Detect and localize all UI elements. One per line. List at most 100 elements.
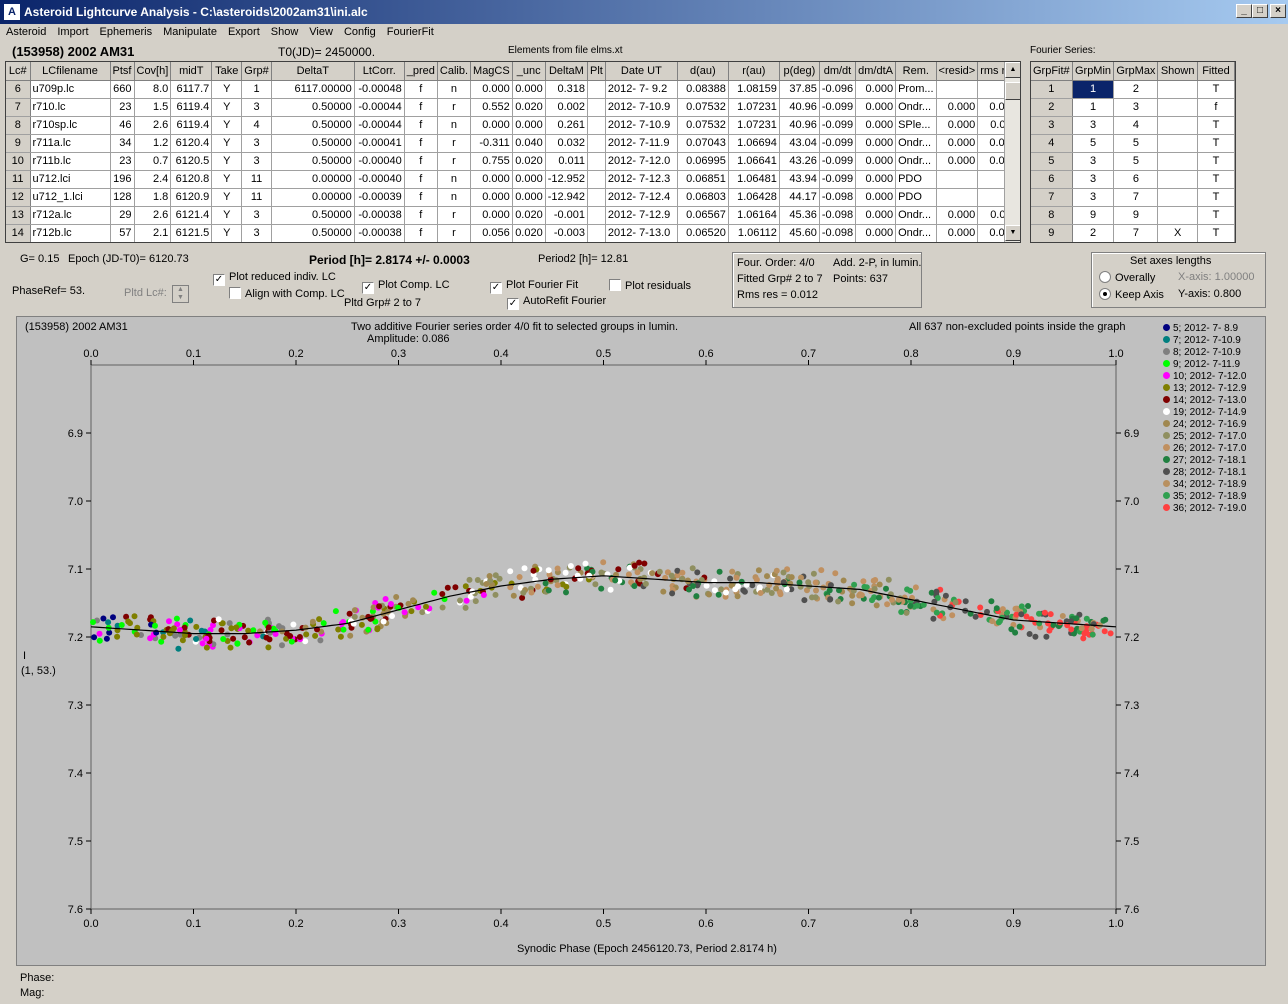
table-cell[interactable]: 2.6 [134, 116, 172, 135]
table-cell[interactable]: 3 [1072, 152, 1115, 171]
table-cell[interactable]: 6117.00000 [271, 80, 355, 99]
column-header[interactable]: Date UT [605, 62, 678, 81]
table-cell[interactable]: -0.00038 [354, 224, 405, 242]
table-cell[interactable]: 2012- 7-12.9 [605, 206, 678, 225]
align-comp-checkbox[interactable]: Align with Comp. LC [229, 287, 345, 300]
table-cell[interactable] [936, 170, 979, 189]
row-header[interactable]: 6 [1031, 170, 1073, 189]
table-cell[interactable]: -0.311 [470, 134, 513, 153]
menu-fourierfit[interactable]: FourierFit [381, 24, 439, 38]
table-cell[interactable]: 57 [110, 224, 135, 242]
column-header[interactable]: _pred [404, 62, 438, 81]
keep-axis-radio[interactable]: Keep Axis [1099, 288, 1164, 301]
table-cell[interactable]: -0.099 [819, 98, 857, 117]
table-cell[interactable]: SPle... [895, 116, 937, 135]
table-cell[interactable]: 23 [110, 98, 135, 117]
column-header[interactable]: _unc [512, 62, 546, 81]
table-cell[interactable]: f [1197, 98, 1235, 117]
table-cell[interactable]: 0.50000 [271, 206, 355, 225]
table-cell[interactable]: 0.552 [470, 98, 513, 117]
table-cell[interactable]: Y [211, 188, 243, 207]
table-cell[interactable]: 2012- 7- 9.2 [605, 80, 678, 99]
table-cell[interactable]: 0.06803 [677, 188, 729, 207]
table-cell[interactable]: 0.000 [936, 224, 979, 242]
table-cell[interactable]: f [404, 188, 438, 207]
table-cell[interactable]: PDO [895, 170, 937, 189]
table-cell[interactable] [1157, 98, 1198, 117]
table-cell[interactable]: -0.00048 [354, 80, 405, 99]
column-header[interactable]: midT [170, 62, 213, 81]
table-cell[interactable]: r [437, 224, 472, 242]
table-cell[interactable]: 0.50000 [271, 98, 355, 117]
table-row[interactable]: 535 T [1031, 152, 1235, 171]
table-row[interactable]: 455T [1031, 134, 1235, 153]
row-header[interactable]: 14 [6, 224, 31, 242]
table-cell[interactable]: Ondr... [895, 152, 937, 171]
table-cell[interactable]: 0.00000 [271, 188, 355, 207]
table-cell[interactable]: 40.96 [779, 98, 820, 117]
table-cell[interactable]: T [1197, 134, 1235, 153]
menu-view[interactable]: View [303, 24, 338, 38]
table-cell[interactable]: 0.000 [470, 80, 513, 99]
table-cell[interactable]: 3 [241, 206, 272, 225]
table-cell[interactable]: f [404, 206, 438, 225]
minimize-button[interactable]: _ [1236, 4, 1252, 18]
table-cell[interactable]: 1.06112 [728, 224, 780, 242]
row-header[interactable]: 1 [1031, 80, 1073, 99]
table-row[interactable]: 334T [1031, 116, 1235, 135]
table-cell[interactable] [587, 116, 606, 135]
table-cell[interactable]: f [404, 116, 438, 135]
menu-ephemeris[interactable]: Ephemeris [94, 24, 158, 38]
table-cell[interactable]: 43.94 [779, 170, 820, 189]
column-header[interactable]: Lc# [6, 62, 31, 81]
table-cell[interactable] [1157, 170, 1198, 189]
table-cell[interactable]: 0.000 [855, 170, 897, 189]
table-cell[interactable]: 6119.4 [170, 116, 213, 135]
table-cell[interactable]: 128 [110, 188, 135, 207]
table-cell[interactable]: r711a.lc [30, 134, 111, 153]
table-cell[interactable] [1157, 134, 1198, 153]
table-cell[interactable]: Ondr... [895, 98, 937, 117]
table-cell[interactable]: 1 [241, 80, 272, 99]
table-cell[interactable]: -0.00038 [354, 206, 405, 225]
row-header[interactable]: 10 [6, 152, 31, 171]
table-cell[interactable]: 0.000 [855, 134, 897, 153]
table-cell[interactable]: 6120.9 [170, 188, 213, 207]
table-cell[interactable]: 3 [1072, 116, 1115, 135]
table-cell[interactable]: 43.26 [779, 152, 820, 171]
table-cell[interactable]: 9 [1113, 206, 1159, 225]
table-cell[interactable]: 0.06995 [677, 152, 729, 171]
table-cell[interactable]: 2.1 [134, 224, 172, 242]
row-header[interactable]: 4 [1031, 134, 1073, 153]
table-cell[interactable]: 6120.5 [170, 152, 213, 171]
table-row[interactable]: 737 T [1031, 188, 1235, 207]
menu-show[interactable]: Show [265, 24, 304, 38]
row-header[interactable]: 3 [1031, 116, 1073, 135]
table-cell[interactable]: 1.06428 [728, 188, 780, 207]
table-cell[interactable]: 40.96 [779, 116, 820, 135]
table-cell[interactable]: r712b.lc [30, 224, 111, 242]
table-cell[interactable]: 3 [1113, 98, 1159, 117]
table-cell[interactable]: 0.000 [855, 80, 897, 99]
table-cell[interactable]: f [404, 134, 438, 153]
table-cell[interactable]: r712a.lc [30, 206, 111, 225]
table-cell[interactable]: 1 [1072, 98, 1115, 117]
table-cell[interactable]: -0.00044 [354, 116, 405, 135]
lightcurve-scrollbar[interactable]: ▲ ▼ [1004, 62, 1020, 242]
table-cell[interactable]: f [404, 152, 438, 171]
table-cell[interactable]: 11 [241, 188, 272, 207]
table-cell[interactable]: 0.50000 [271, 152, 355, 171]
table-cell[interactable]: Y [211, 98, 243, 117]
table-cell[interactable]: 0.000 [855, 188, 897, 207]
scroll-thumb[interactable] [1005, 82, 1020, 100]
table-cell[interactable]: T [1197, 170, 1235, 189]
table-cell[interactable]: 0.50000 [271, 134, 355, 153]
table-cell[interactable]: 1.8 [134, 188, 172, 207]
table-cell[interactable]: 196 [110, 170, 135, 189]
table-cell[interactable]: 0.50000 [271, 116, 355, 135]
row-header[interactable]: 5 [1031, 152, 1073, 171]
table-cell[interactable]: 1.5 [134, 98, 172, 117]
plot-fourier-checkbox[interactable]: ✓ Plot Fourier Fit [490, 279, 578, 294]
row-header[interactable]: 6 [6, 80, 31, 99]
table-cell[interactable]: Y [211, 80, 243, 99]
